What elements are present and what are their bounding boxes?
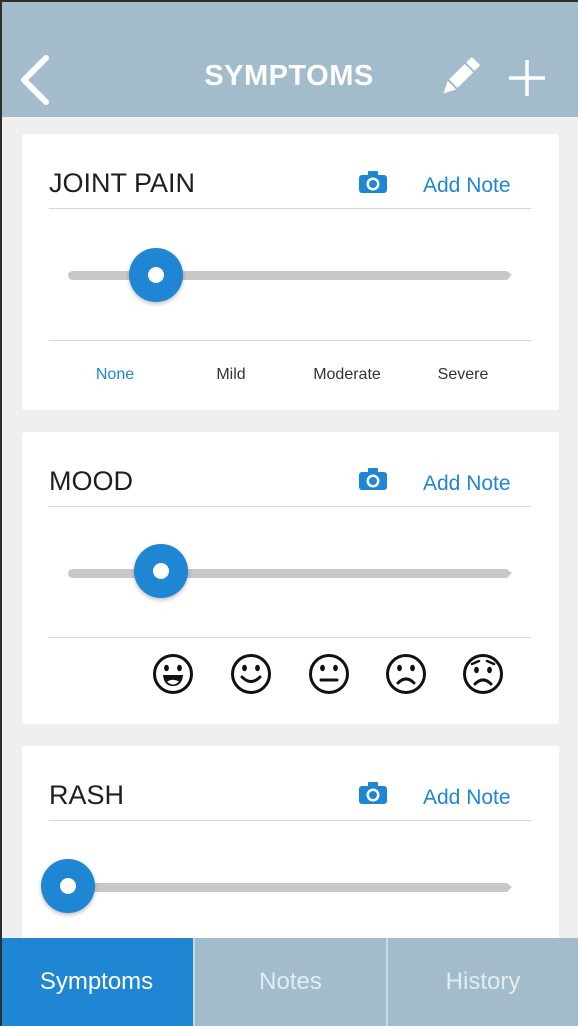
edit-button[interactable]: [436, 55, 482, 101]
bottom-tab-bar: Symptoms Notes History: [0, 938, 578, 1026]
slider-track[interactable]: [68, 883, 510, 892]
symptom-card-mood: MOOD Add Note: [22, 432, 559, 724]
tab-notes[interactable]: Notes: [193, 938, 386, 1026]
divider: [49, 820, 531, 821]
camera-button[interactable]: [359, 467, 387, 491]
card-title: RASH: [49, 780, 125, 810]
divider: [49, 208, 531, 209]
symptom-card-joint-pain: JOINT PAIN Add Note None Mild Moderate S…: [22, 134, 559, 410]
tab-history[interactable]: History: [386, 938, 578, 1026]
slider-thumb-dot: [148, 267, 165, 283]
card-title: JOINT PAIN: [49, 168, 196, 198]
slider-track-end: [506, 569, 512, 577]
add-button[interactable]: [506, 57, 548, 99]
scale-label-severe[interactable]: Severe: [403, 366, 523, 384]
window-frame-top: [0, 0, 578, 2]
add-note-link[interactable]: Add Note: [423, 472, 511, 496]
slider-track-end: [506, 271, 512, 279]
header-bar: SYMPTOMS: [0, 0, 578, 117]
slider-thumb-dot: [60, 878, 76, 894]
scale-label-moderate[interactable]: Moderate: [287, 366, 407, 384]
pencil-icon: [443, 57, 480, 94]
divider: [49, 340, 531, 341]
camera-icon: [359, 782, 387, 804]
tab-symptoms[interactable]: Symptoms: [0, 938, 193, 1026]
grinning-face-icon[interactable]: [152, 653, 194, 695]
page-title: SYMPTOMS: [204, 60, 374, 92]
slider-thumb-dot: [152, 563, 169, 579]
add-note-link[interactable]: Add Note: [423, 786, 511, 810]
slider-track-end: [506, 883, 512, 891]
worried-face-icon[interactable]: [462, 653, 504, 695]
scale-label-none[interactable]: None: [55, 366, 175, 384]
slider-thumb[interactable]: [129, 248, 184, 302]
frowning-face-icon[interactable]: [385, 653, 427, 695]
divider: [49, 637, 531, 638]
scale-label-mild[interactable]: Mild: [171, 366, 291, 384]
smiling-face-icon[interactable]: [230, 653, 272, 695]
camera-icon: [359, 171, 387, 193]
camera-icon: [359, 468, 387, 490]
divider: [49, 506, 531, 507]
slider-thumb[interactable]: [41, 859, 95, 913]
camera-button[interactable]: [359, 170, 387, 194]
slider-thumb[interactable]: [133, 544, 188, 598]
add-note-link[interactable]: Add Note: [423, 174, 511, 198]
window-frame-left: [0, 0, 2, 1026]
plus-icon: [509, 60, 545, 96]
neutral-face-icon[interactable]: [308, 653, 350, 695]
camera-button[interactable]: [359, 781, 387, 805]
card-title: MOOD: [49, 466, 133, 496]
